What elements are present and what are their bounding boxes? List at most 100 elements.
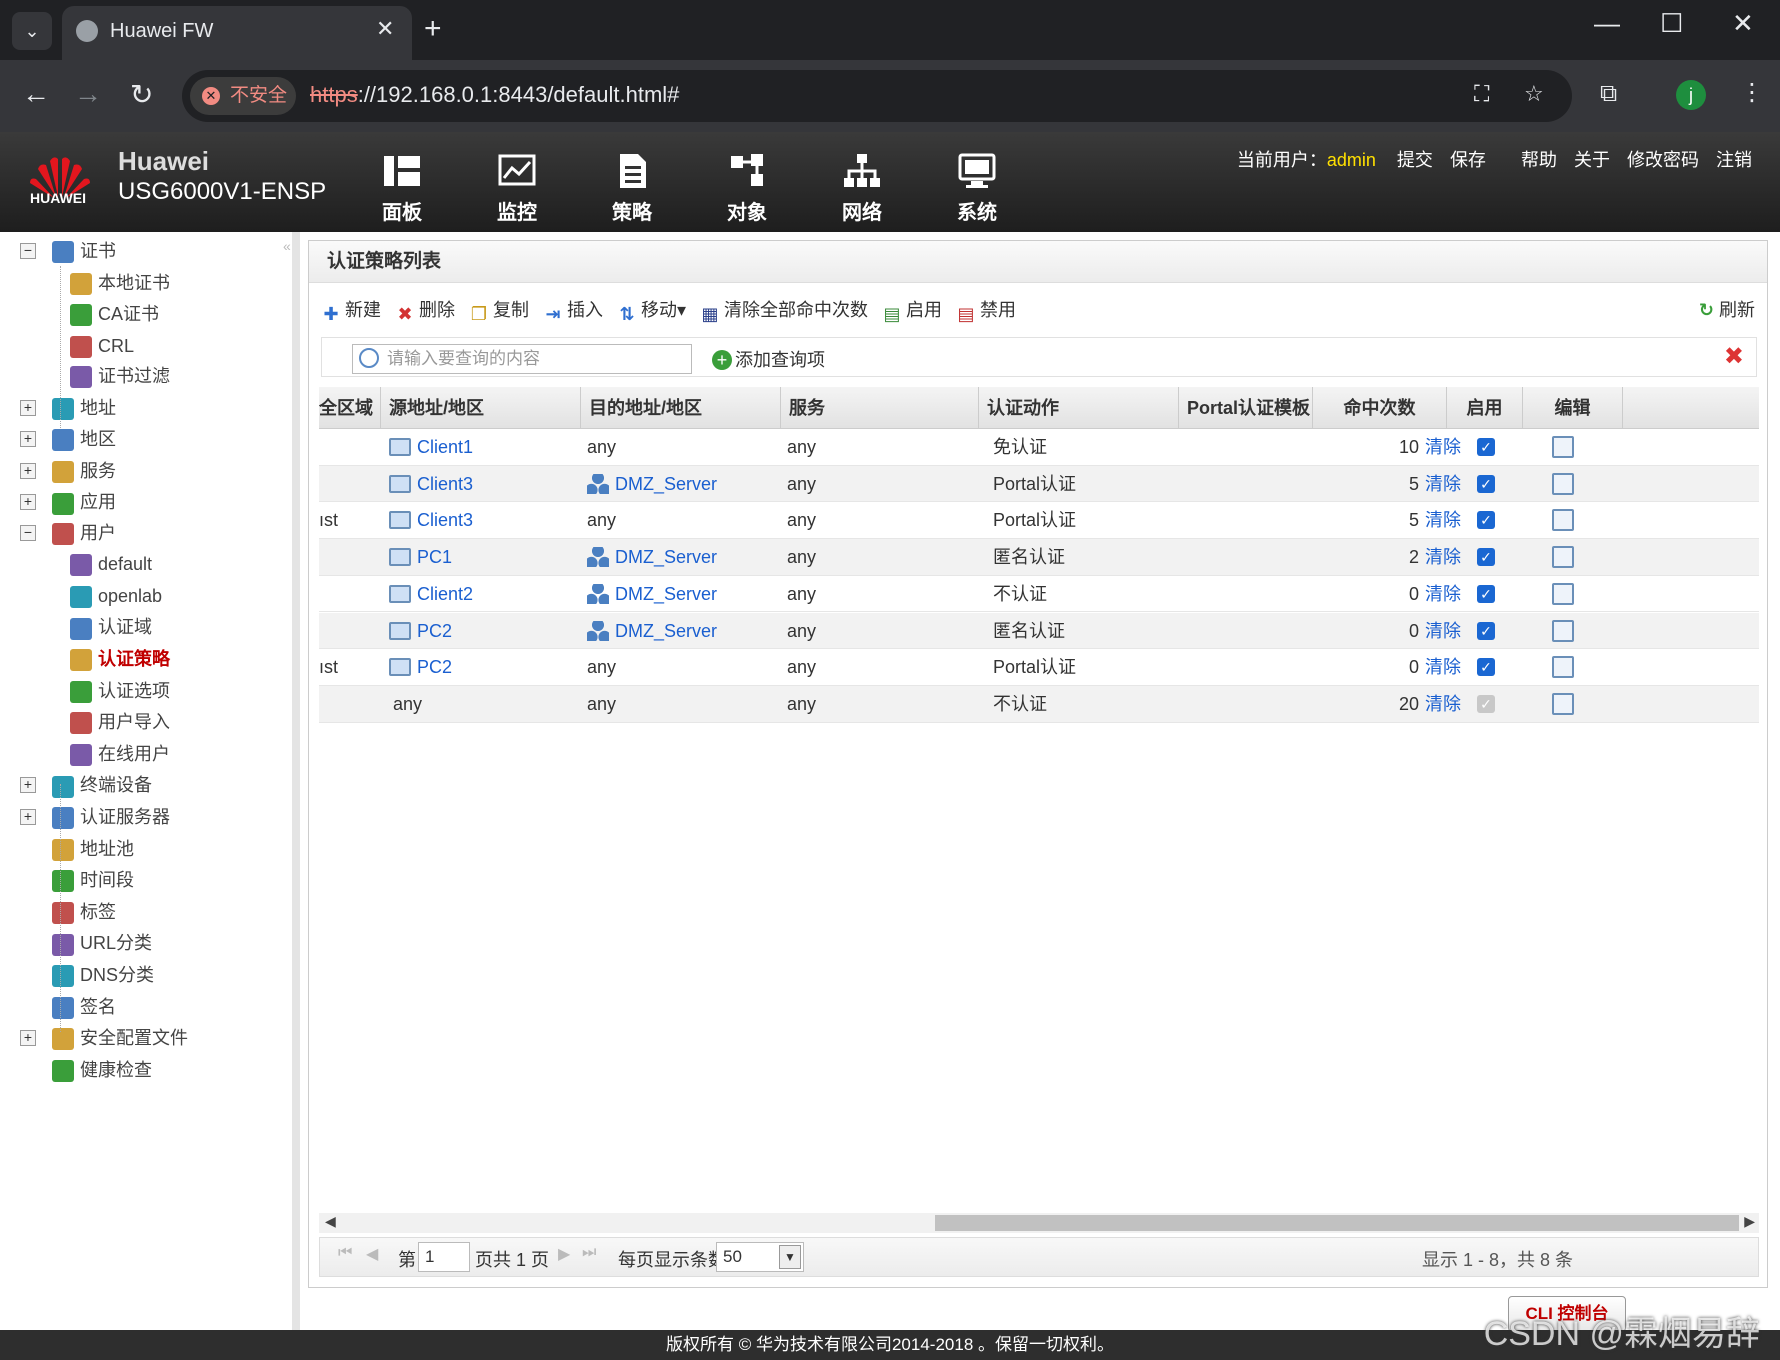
clear-link[interactable]: 清除 — [1425, 686, 1461, 727]
profile-avatar[interactable]: j — [1676, 80, 1706, 110]
tab-list-button[interactable]: ⌄ — [12, 12, 52, 50]
column-header[interactable]: 命中次数 — [1313, 387, 1447, 429]
cell-destination[interactable]: DMZ_Server — [587, 466, 717, 507]
clear-link-text[interactable]: 清除 — [1425, 547, 1461, 567]
sidebar-item[interactable]: + 终端设备 — [20, 770, 152, 800]
per-page-select[interactable]: 50 ▼ — [716, 1242, 804, 1272]
sidebar-item[interactable]: − 用户 — [20, 518, 116, 548]
prev-page-icon[interactable]: ◀ — [366, 1244, 378, 1264]
table-row[interactable]: Client3 DMZ_Server any Portal认证 5 清除 ✓ — [319, 465, 1759, 503]
cell-source[interactable]: PC2 — [389, 649, 452, 690]
security-chip[interactable]: ✕ 不安全 — [190, 77, 296, 115]
toolbar-button[interactable]: ⇅ 移动▾ — [617, 293, 686, 327]
next-page-icon[interactable]: ▶ — [558, 1244, 570, 1264]
column-header[interactable]: 认证动作 — [979, 387, 1179, 429]
translate-icon[interactable]: ⛶ — [1474, 81, 1489, 107]
nav-network[interactable]: 网络 — [822, 152, 902, 225]
minimize-icon[interactable]: — — [1594, 8, 1620, 39]
column-header[interactable]: 目的地址/地区 — [581, 387, 781, 429]
cell-source[interactable]: Client3 — [389, 502, 473, 543]
tab-close-icon[interactable]: ✕ — [376, 16, 394, 42]
sidebar-item[interactable]: 签名 — [20, 992, 116, 1022]
sidebar-item[interactable]: 认证选项 — [70, 676, 170, 706]
cell-source-text[interactable]: PC2 — [417, 621, 452, 641]
table-row[interactable]: ıst Client3 any any Portal认证 5 清除 ✓ — [319, 502, 1759, 540]
cell-source-text[interactable]: Client3 — [417, 510, 473, 530]
sidebar-item[interactable]: + 服务 — [20, 456, 116, 486]
sidebar-item[interactable]: default — [70, 549, 152, 579]
save-link[interactable]: 保存 — [1450, 150, 1486, 170]
enable-checkbox[interactable]: ✓ — [1477, 474, 1495, 493]
clear-link-text[interactable]: 清除 — [1425, 657, 1461, 677]
expand-icon[interactable]: + — [20, 809, 36, 825]
cell-source[interactable]: Client1 — [389, 429, 473, 470]
clear-link[interactable]: 清除 — [1425, 576, 1461, 617]
clear-link[interactable]: 清除 — [1425, 466, 1461, 507]
column-header[interactable]: 编辑 — [1523, 387, 1623, 429]
sidebar-item[interactable]: CRL — [70, 331, 134, 361]
expand-icon[interactable]: + — [20, 777, 36, 794]
column-header[interactable]: 启用 — [1447, 387, 1523, 429]
column-header[interactable]: 全区域 — [319, 387, 381, 429]
enable-checkbox[interactable]: ✓ — [1477, 621, 1495, 640]
clear-link-text[interactable]: 清除 — [1425, 694, 1461, 714]
cell-destination-text[interactable]: DMZ_Server — [615, 584, 717, 604]
expand-icon[interactable]: + — [20, 431, 36, 448]
sidebar-item[interactable]: CA证书 — [70, 299, 159, 329]
browser-tab[interactable]: Huawei FW ✕ — [62, 6, 412, 60]
change-password-link[interactable]: 修改密码 — [1627, 150, 1699, 170]
column-header[interactable]: 源地址/地区 — [381, 387, 581, 429]
sidebar-item[interactable]: DNS分类 — [20, 960, 154, 990]
sidebar-item[interactable]: 时间段 — [20, 865, 134, 895]
edit-icon[interactable] — [1552, 509, 1574, 532]
edit-icon[interactable] — [1552, 656, 1574, 679]
address-bar[interactable]: ✕ 不安全 https://192.168.0.1:8443/default.h… — [182, 70, 1572, 122]
cell-destination-text[interactable]: DMZ_Server — [615, 621, 717, 641]
maximize-icon[interactable]: ☐ — [1660, 8, 1683, 39]
table-row[interactable]: Client1 any any 免认证 10 清除 ✓ — [319, 429, 1759, 466]
clear-link-text[interactable]: 清除 — [1425, 437, 1461, 457]
edit-icon[interactable] — [1552, 582, 1574, 605]
toolbar-button[interactable]: ✚ 新建 — [321, 293, 381, 327]
cell-source[interactable]: Client2 — [389, 576, 473, 617]
expand-icon[interactable]: + — [20, 494, 36, 511]
toolbar-button[interactable]: ▤ 启用 — [882, 293, 943, 327]
sidebar-item[interactable]: 地址池 — [20, 834, 134, 864]
expand-icon[interactable]: + — [20, 1030, 36, 1047]
sidebar-item[interactable]: + 安全配置文件 — [20, 1023, 188, 1053]
reload-icon[interactable]: ↻ — [130, 78, 153, 111]
collapse-icon[interactable]: − — [20, 524, 36, 541]
edit-icon[interactable] — [1552, 546, 1574, 569]
collapse-icon[interactable]: − — [20, 243, 36, 259]
cell-source[interactable]: PC1 — [389, 539, 452, 580]
clear-link[interactable]: 清除 — [1425, 649, 1461, 690]
close-query-icon[interactable]: ✖ — [1724, 342, 1744, 371]
cell-source-text[interactable]: Client3 — [417, 474, 473, 494]
table-row[interactable]: PC2 DMZ_Server any 匿名认证 0 清除 ✓ — [319, 612, 1759, 650]
url-text[interactable]: https://192.168.0.1:8443/default.html# — [310, 82, 679, 108]
sidebar-item[interactable]: − 证书 — [20, 236, 116, 266]
toolbar-button[interactable]: ✖ 删除 — [395, 293, 455, 327]
column-header[interactable]: Portal认证模板 — [1179, 387, 1313, 429]
toolbar-button[interactable]: ▤ 禁用 — [956, 293, 1017, 327]
cell-destination-text[interactable]: DMZ_Server — [615, 474, 717, 494]
sidebar-item[interactable]: 健康检查 — [20, 1055, 152, 1085]
browser-menu-icon[interactable]: ⋮ — [1740, 78, 1764, 107]
nav-system[interactable]: 系统 — [937, 152, 1017, 225]
cell-source[interactable]: Client3 — [389, 466, 473, 507]
logout-link[interactable]: 注销 — [1716, 150, 1752, 170]
back-icon[interactable]: ← — [22, 78, 50, 110]
nav-object[interactable]: 对象 — [707, 152, 787, 225]
toolbar-button[interactable]: ❐ 复制 — [469, 293, 529, 327]
expand-icon[interactable]: + — [20, 399, 36, 416]
sidebar-item[interactable]: openlab — [70, 581, 162, 611]
clear-link[interactable]: 清除 — [1425, 429, 1461, 470]
last-page-icon[interactable]: ⏭ — [582, 1244, 596, 1262]
nav-policy[interactable]: 策略 — [592, 152, 672, 225]
scroll-right-icon[interactable]: ▶ — [1744, 1213, 1755, 1230]
sidebar-item[interactable]: 在线用户 — [70, 739, 170, 769]
forward-icon[interactable]: → — [74, 78, 102, 110]
clear-link-text[interactable]: 清除 — [1425, 584, 1461, 604]
horizontal-scrollbar[interactable]: ◀ ▶ — [319, 1213, 1759, 1233]
help-link[interactable]: 帮助 — [1521, 150, 1557, 170]
